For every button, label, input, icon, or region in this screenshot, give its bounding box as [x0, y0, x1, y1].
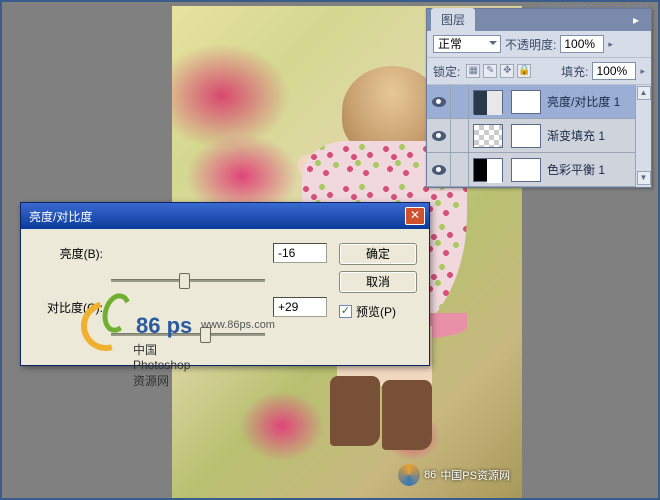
mask-thumb-icon[interactable]: [511, 124, 541, 148]
layers-panel: 图层 ▸ 正常 不透明度: 100% ▸ 锁定: ▦ ✎ ✥ 🔒 填充: 100…: [426, 8, 652, 188]
visibility-toggle-icon[interactable]: [427, 119, 451, 153]
layer-row[interactable]: 色彩平衡 1: [427, 153, 651, 187]
fill-label: 填充:: [561, 63, 588, 80]
dialog-title: 亮度/对比度: [25, 208, 405, 225]
brightness-slider[interactable]: [111, 271, 265, 289]
scroll-down-icon[interactable]: ▼: [637, 171, 651, 185]
brightness-contrast-dialog: 亮度/对比度 ✕ 亮度(B): -16 对比度(C): +29: [20, 202, 430, 366]
lock-all-icon[interactable]: 🔒: [517, 64, 531, 78]
layer-scrollbar[interactable]: ▲ ▼: [635, 85, 651, 187]
visibility-toggle-icon[interactable]: [427, 153, 451, 187]
layer-row[interactable]: 渐变填充 1: [427, 119, 651, 153]
adjustment-thumb-icon[interactable]: [473, 124, 503, 148]
opacity-label: 不透明度:: [505, 36, 556, 53]
link-column[interactable]: [451, 153, 469, 187]
contrast-input[interactable]: +29: [273, 297, 327, 317]
contrast-slider[interactable]: [111, 325, 265, 343]
ok-button[interactable]: 确定: [339, 243, 417, 265]
brightness-input[interactable]: -16: [273, 243, 327, 263]
panel-menu-icon[interactable]: ▸: [633, 13, 647, 27]
scroll-up-icon[interactable]: ▲: [637, 86, 651, 100]
layer-row[interactable]: 亮度/对比度 1: [427, 85, 651, 119]
opacity-input[interactable]: 100%: [560, 35, 604, 53]
close-icon[interactable]: ✕: [405, 207, 425, 225]
link-column[interactable]: [451, 85, 469, 119]
cancel-button[interactable]: 取消: [339, 271, 417, 293]
lock-position-icon[interactable]: ✥: [500, 64, 514, 78]
tab-layers[interactable]: 图层: [431, 8, 475, 31]
dialog-titlebar[interactable]: 亮度/对比度 ✕: [21, 203, 429, 229]
image-watermark: 86 中国PS资源网: [398, 464, 510, 486]
adjustment-thumb-icon[interactable]: [473, 90, 503, 114]
contrast-label: 对比度(C):: [33, 299, 103, 316]
mask-thumb-icon[interactable]: [511, 158, 541, 182]
lock-transparency-icon[interactable]: ▦: [466, 64, 480, 78]
mask-thumb-icon[interactable]: [511, 90, 541, 114]
layer-list: 亮度/对比度 1 渐变填充 1 色彩平衡 1 ▲ ▼: [427, 85, 651, 187]
visibility-toggle-icon[interactable]: [427, 85, 451, 119]
fill-input[interactable]: 100%: [592, 62, 636, 80]
blend-mode-select[interactable]: 正常: [433, 35, 501, 53]
brightness-label: 亮度(B):: [33, 245, 103, 262]
preview-checkbox[interactable]: ✓: [339, 305, 352, 318]
watermark-logo-icon: [398, 464, 420, 486]
adjustment-thumb-icon[interactable]: [473, 158, 503, 182]
lock-pixels-icon[interactable]: ✎: [483, 64, 497, 78]
opacity-flyout-icon[interactable]: ▸: [608, 39, 613, 50]
fill-flyout-icon[interactable]: ▸: [640, 66, 645, 77]
lock-label: 锁定:: [433, 63, 460, 80]
link-column[interactable]: [451, 119, 469, 153]
preview-label: 预览(P): [356, 303, 396, 320]
